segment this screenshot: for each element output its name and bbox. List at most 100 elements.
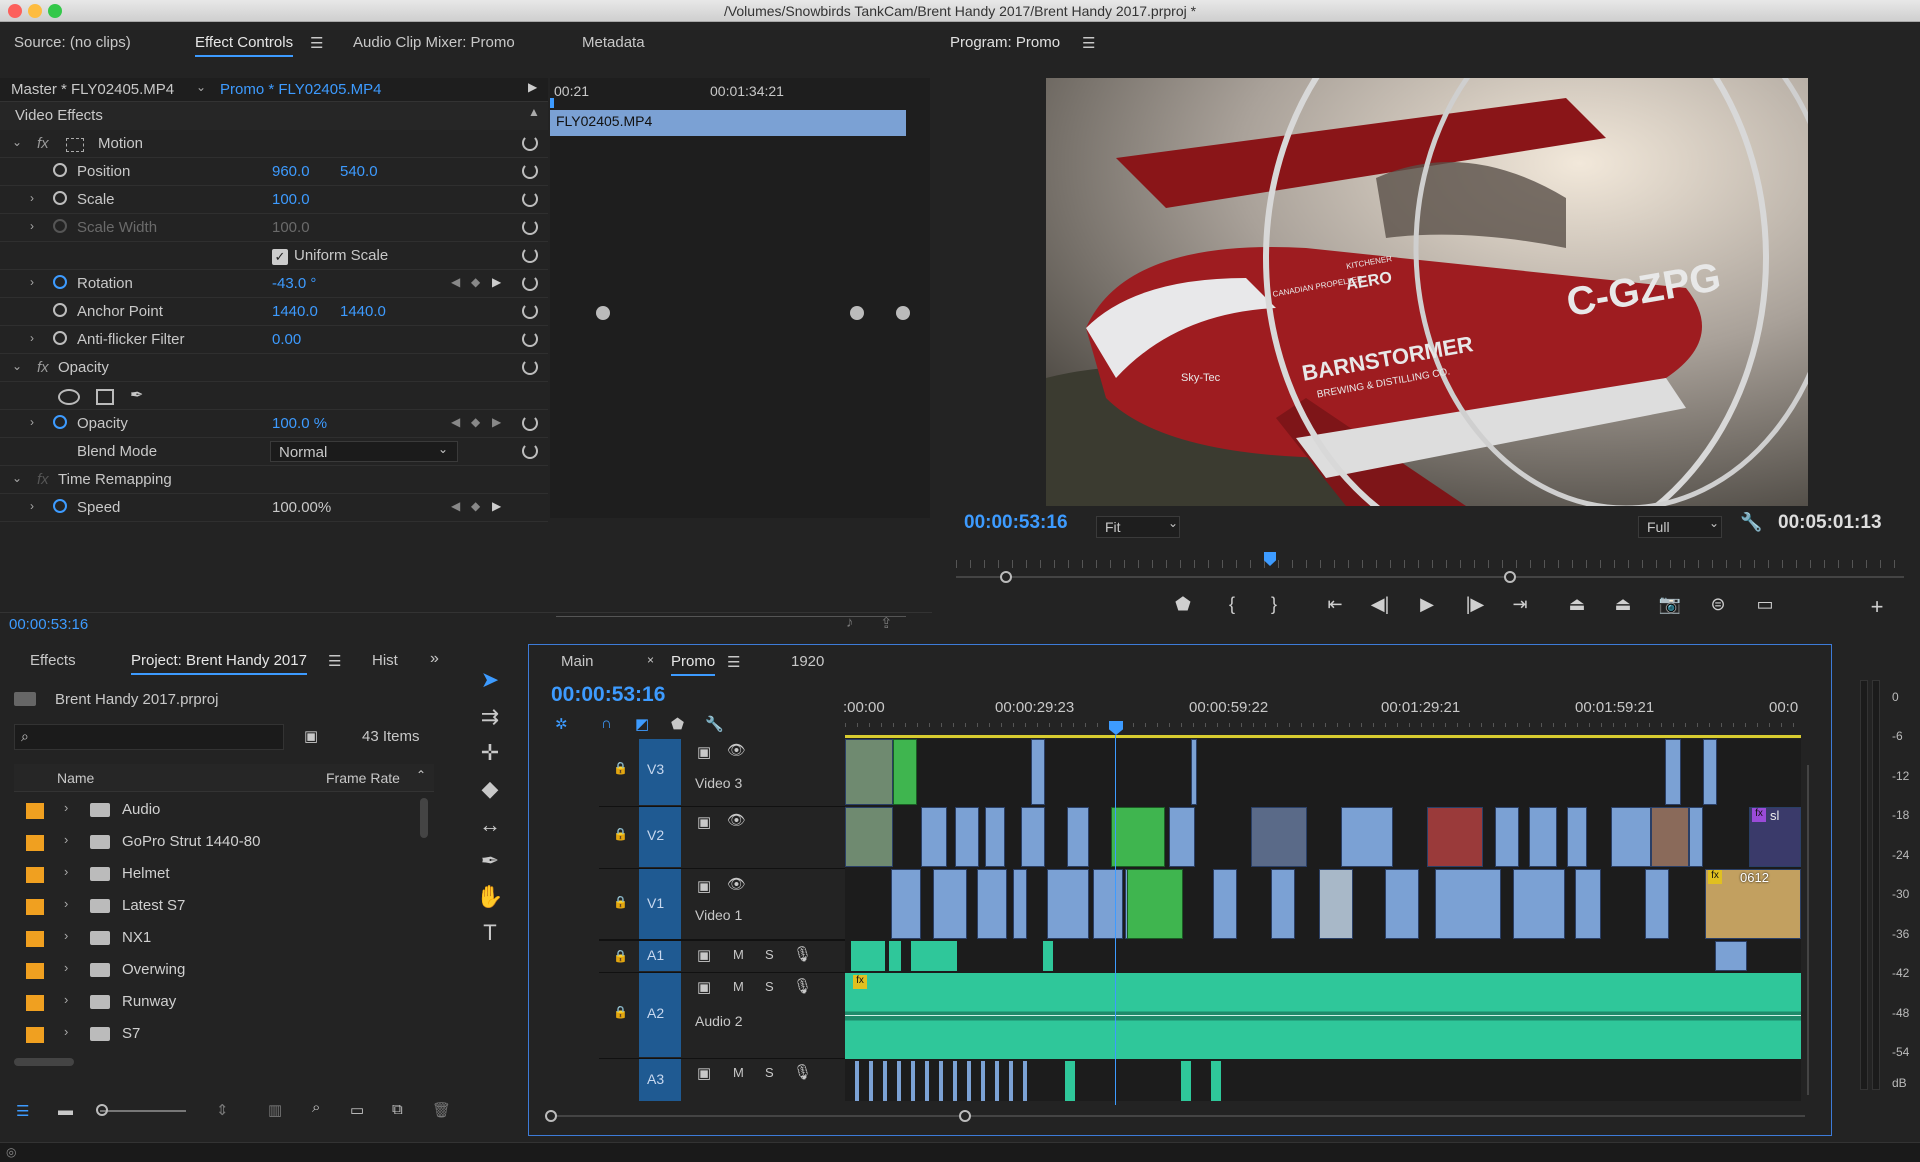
column-name[interactable]: Name [57, 770, 94, 786]
tab-audio-clip-mixer[interactable]: Audio Clip Mixer: Promo [353, 34, 515, 51]
chevron-down-icon[interactable]: ⌄ [12, 471, 22, 485]
audio-clip[interactable] [1211, 1061, 1221, 1101]
video-clip[interactable] [1529, 807, 1557, 867]
video-clip[interactable] [955, 807, 979, 867]
stopwatch-icon[interactable] [53, 191, 67, 205]
mark-in-icon[interactable]: { [1217, 594, 1247, 615]
video-clip[interactable] [1271, 869, 1295, 939]
reset-icon[interactable] [522, 415, 538, 431]
video-clip[interactable]: fx sl [1749, 807, 1801, 867]
lock-icon[interactable]: 🔒 [613, 895, 628, 909]
list-item[interactable]: › Helmet [14, 858, 434, 890]
sync-lock-icon[interactable]: ▣ [697, 743, 711, 761]
project-scrollbar[interactable] [420, 798, 428, 838]
lift-icon[interactable]: ⏏ [1562, 594, 1592, 615]
anchor-x-value[interactable]: 1440.0 [272, 303, 318, 320]
automate-sequence-icon[interactable]: ▥ [268, 1101, 282, 1119]
next-keyframe-icon[interactable]: ▶ [492, 415, 501, 429]
tab-project[interactable]: Project: Brent Handy 2017 [131, 652, 307, 675]
play-arrow-icon[interactable]: ▶ [528, 80, 537, 94]
rotation-value[interactable]: -43.0 ° [272, 275, 316, 292]
program-zoom-bar[interactable] [956, 576, 1904, 578]
hand-tool-icon[interactable]: ✋ [472, 882, 508, 912]
video-clip[interactable] [891, 869, 921, 939]
scale-value[interactable]: 100.0 [272, 191, 310, 208]
track-header-a1[interactable]: 🔒 A1 ▣ M S 🎙 [599, 941, 845, 973]
microphone-icon[interactable]: 🎙 [793, 1063, 812, 1081]
selection-tool-icon[interactable]: ➤ [472, 665, 508, 695]
track-header-v2[interactable]: 🔒 V2 ▣ 👁 [599, 807, 845, 869]
new-item-icon[interactable]: ⧉ [392, 1101, 403, 1118]
close-tab-icon[interactable]: × [647, 653, 654, 667]
rectangle-mask-icon[interactable] [96, 389, 114, 405]
video-clip[interactable] [1665, 739, 1681, 805]
track-target-v1[interactable]: V1 [639, 869, 681, 939]
video-clip[interactable] [921, 807, 947, 867]
new-bin-from-search-icon[interactable]: ▣ [304, 727, 318, 745]
speed-value[interactable]: 100.00% [272, 499, 331, 516]
video-clip[interactable] [1645, 869, 1669, 939]
video-clip[interactable] [1213, 869, 1237, 939]
eye-icon[interactable]: 👁 [727, 875, 746, 893]
video-clip[interactable] [1031, 739, 1045, 805]
list-item[interactable]: › NX1 [14, 922, 434, 954]
zoom-handle-right[interactable] [1504, 571, 1516, 583]
anchor-point-row[interactable]: Anchor Point 1440.0 1440.0 [0, 298, 548, 326]
transform-handle-icon[interactable] [66, 138, 84, 152]
timeline-timecode[interactable]: 00:00:53:16 [551, 683, 665, 707]
linked-selection-icon[interactable]: ◩ [635, 715, 649, 733]
opacity-group-row[interactable]: ⌄ fx Opacity [0, 354, 548, 382]
column-frame-rate[interactable]: Frame Rate [326, 770, 400, 786]
effect-controls-menu-icon[interactable]: ☰ [310, 34, 323, 52]
go-to-out-icon[interactable]: ⇥ [1505, 594, 1535, 615]
track-header-v1[interactable]: 🔒 V1 ▣ 👁 Video 1 [599, 869, 845, 941]
program-timecode[interactable]: 00:00:53:16 [964, 512, 1068, 534]
zoom-handle-left[interactable] [1000, 571, 1012, 583]
track-target-v2[interactable]: V2 [639, 807, 681, 867]
chevron-right-icon[interactable]: › [64, 992, 68, 1007]
video-clip[interactable] [933, 869, 967, 939]
video-clip[interactable] [1169, 807, 1195, 867]
add-marker-icon[interactable]: ⬟ [1168, 594, 1198, 615]
chevron-right-icon[interactable]: › [30, 275, 34, 289]
video-clip[interactable]: fx 0612 [1705, 869, 1801, 939]
video-clip[interactable] [1341, 807, 1393, 867]
video-clip[interactable] [1021, 807, 1045, 867]
stopwatch-icon[interactable] [53, 331, 67, 345]
zoom-window-button[interactable] [48, 4, 62, 18]
prev-keyframe-icon[interactable]: ◀ [451, 415, 460, 429]
button-editor-plus-icon[interactable]: + [1862, 594, 1892, 620]
new-bin-icon[interactable]: ▭ [350, 1101, 364, 1119]
sort-icons-icon[interactable]: ⇕ [216, 1101, 229, 1119]
timeline-tracks-area[interactable]: fx sl fx 0612 fx [845, 739, 1801, 1101]
blend-mode-row[interactable]: Blend Mode Normal ⌄ [0, 438, 548, 466]
speed-row[interactable]: › Speed 100.00% ◀ ◆ ▶ [0, 494, 548, 522]
chevron-right-icon[interactable]: › [30, 191, 34, 205]
mark-out-icon[interactable]: } [1259, 594, 1289, 615]
program-time-ruler[interactable] [956, 560, 1904, 568]
lock-icon[interactable]: 🔒 [613, 949, 628, 963]
list-item[interactable]: › Audio [14, 794, 434, 826]
add-keyframe-icon[interactable]: ◆ [471, 275, 480, 289]
add-keyframe-icon[interactable]: ◆ [471, 415, 480, 429]
export-audio-icon[interactable]: ♪ [846, 614, 854, 631]
video-clip[interactable] [977, 869, 1007, 939]
project-menu-icon[interactable]: ☰ [328, 652, 341, 670]
anchor-y-value[interactable]: 1440.0 [340, 303, 386, 320]
track-header-a3[interactable]: A3 ▣ M S 🎙 [599, 1059, 845, 1101]
ellipse-mask-icon[interactable] [58, 389, 80, 405]
list-item[interactable]: › Latest S7 [14, 890, 434, 922]
timeline-settings-wrench-icon[interactable]: 🔧 [705, 715, 724, 733]
play-icon[interactable]: ▶ [1412, 594, 1442, 615]
mute-icon[interactable]: M [733, 947, 744, 962]
antiflicker-row[interactable]: › Anti-flicker Filter 0.00 [0, 326, 548, 354]
track-target-a2[interactable]: A2 [639, 973, 681, 1057]
extract-icon[interactable]: ⏏ [1608, 594, 1638, 615]
nest-icon[interactable]: ✲ [555, 715, 568, 733]
video-clip[interactable] [1319, 869, 1353, 939]
video-clip[interactable] [1495, 807, 1519, 867]
video-clip[interactable] [845, 739, 893, 805]
go-to-in-icon[interactable]: ⇤ [1320, 594, 1350, 615]
video-clip[interactable] [1251, 807, 1307, 867]
timeline-scroll-handle-right[interactable] [959, 1110, 971, 1122]
